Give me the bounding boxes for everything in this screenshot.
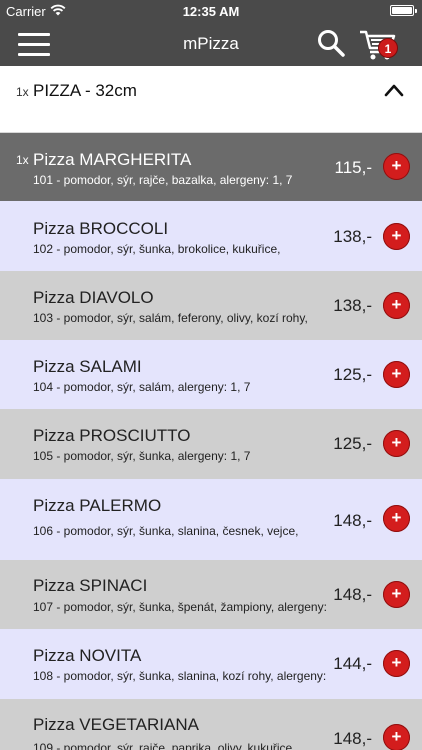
item-name: Pizza PROSCIUTTO (33, 426, 191, 445)
item-price: 148,- (333, 511, 372, 530)
search-icon[interactable] (316, 28, 346, 58)
item-name: Pizza SPINACI (33, 576, 148, 595)
item-description: 101 - pomodor, sýr, rajče, bazalka, aler… (33, 173, 293, 187)
item-price: 125,- (333, 365, 372, 384)
item-name: Pizza DIAVOLO (33, 288, 154, 307)
item-name: Pizza VEGETARIANA (33, 715, 199, 734)
navigation-bar: mPizza 1 (0, 22, 422, 66)
status-time: 12:35 AM (182, 4, 240, 19)
item-price: 138,- (333, 227, 372, 246)
item-name: Pizza SALAMI (33, 357, 142, 376)
item-price: 144,- (333, 654, 372, 673)
item-description: 109 - pomodor, sýr, rajče, paprika, oliv… (33, 741, 296, 750)
list-item[interactable]: Pizza PROSCIUTTO 105 - pomodor, sýr, šun… (0, 409, 422, 479)
add-to-cart-button[interactable]: + (383, 223, 410, 250)
item-name: Pizza PALERMO (33, 496, 162, 515)
list-item[interactable]: Pizza VEGETARIANA 109 - pomodor, sýr, ra… (0, 699, 422, 750)
category-qty: 1x (16, 85, 29, 99)
list-item[interactable]: Pizza PALERMO 106 - pomodor, sýr, šunka,… (0, 479, 422, 560)
add-to-cart-button[interactable]: + (383, 650, 410, 677)
list-item[interactable]: Pizza DIAVOLO 103 - pomodor, sýr, salám,… (0, 271, 422, 340)
item-price: 115,- (334, 158, 373, 177)
item-description: 107 - pomodor, sýr, šunka, špenát, žampi… (33, 600, 327, 614)
add-to-cart-button[interactable]: + (383, 724, 410, 750)
item-price: 148,- (333, 729, 372, 748)
item-description: 106 - pomodor, sýr, šunka, slanina, česn… (33, 524, 299, 538)
item-description: 102 - pomodor, sýr, šunka, brokolice, ku… (33, 242, 281, 256)
add-to-cart-button[interactable]: + (383, 430, 410, 457)
battery-icon (390, 5, 417, 16)
item-name: Pizza BROCCOLI (33, 219, 169, 238)
category-name: PIZZA - 32cm (33, 81, 137, 100)
status-bar: Carrier 12:35 AM (0, 0, 422, 22)
add-to-cart-button[interactable]: + (383, 581, 410, 608)
item-description: 105 - pomodor, sýr, šunka, alergeny: 1, … (33, 449, 251, 463)
item-price: 125,- (333, 434, 372, 453)
item-name: Pizza NOVITA (33, 646, 142, 665)
cart-count-badge: 1 (378, 38, 398, 58)
chevron-up-icon[interactable] (384, 83, 404, 97)
item-price: 148,- (333, 585, 372, 604)
add-to-cart-button[interactable]: + (383, 292, 410, 319)
list-item[interactable]: Pizza SPINACI 107 - pomodor, sýr, šunka,… (0, 560, 422, 629)
add-to-cart-button[interactable]: + (383, 153, 410, 180)
category-header[interactable]: 1x PIZZA - 32cm (0, 66, 422, 132)
add-to-cart-button[interactable]: + (383, 361, 410, 388)
item-price: 138,- (333, 296, 372, 315)
list-item[interactable]: Pizza SALAMI 104 - pomodor, sýr, salám, … (0, 340, 422, 409)
item-description: 108 - pomodor, sýr, šunka, slanina, kozí… (33, 669, 327, 683)
list-item[interactable]: 1x Pizza MARGHERITA 101 - pomodor, sýr, … (0, 133, 422, 201)
item-name: Pizza MARGHERITA (33, 150, 192, 169)
add-to-cart-button[interactable]: + (383, 505, 410, 532)
item-description: 104 - pomodor, sýr, salám, alergeny: 1, … (33, 380, 251, 394)
list-item[interactable]: Pizza NOVITA 108 - pomodor, sýr, šunka, … (0, 629, 422, 699)
item-qty: 1x (16, 153, 29, 167)
list-item[interactable]: Pizza BROCCOLI 102 - pomodor, sýr, šunka… (0, 201, 422, 271)
top-bar: Carrier 12:35 AM mPizza 1 (0, 0, 422, 66)
item-description: 103 - pomodor, sýr, salám, feferony, oli… (33, 311, 308, 325)
